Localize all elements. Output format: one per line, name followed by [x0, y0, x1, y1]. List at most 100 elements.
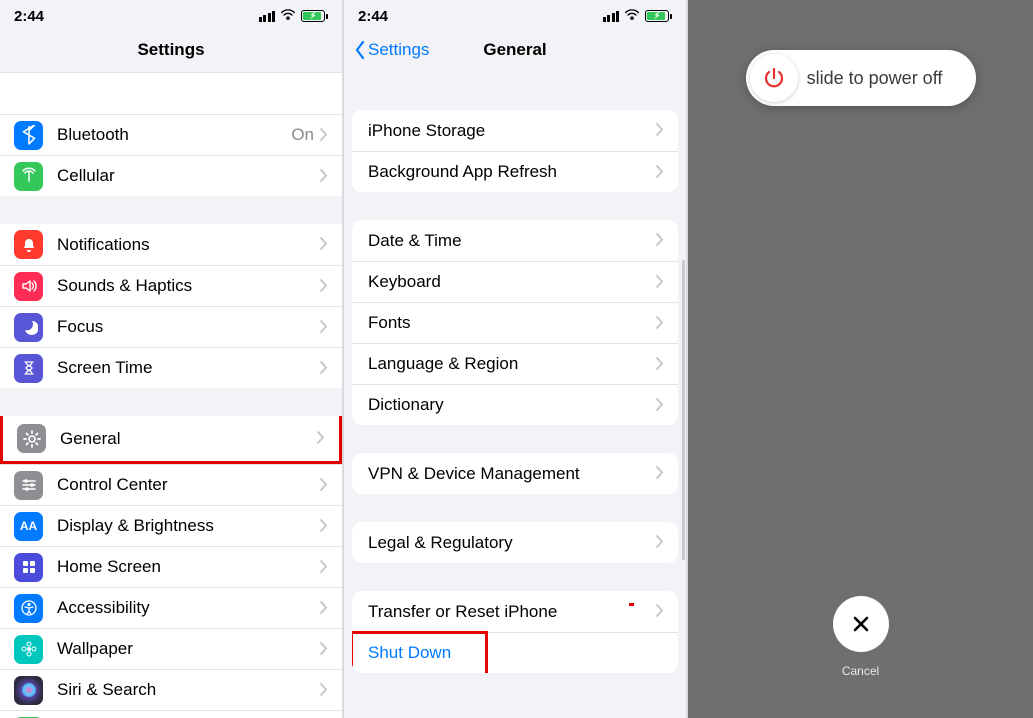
status-bar: 2:44 ⚡︎	[0, 0, 342, 28]
nav-bar: Settings	[0, 28, 342, 72]
row-label: Dictionary	[368, 395, 656, 415]
row-label: General	[60, 429, 317, 449]
settings-group: Transfer or Reset iPhone Shut Down	[352, 591, 678, 673]
cancel-button[interactable]	[833, 596, 889, 652]
row-label: Fonts	[368, 313, 656, 333]
scrollbar[interactable]	[682, 260, 685, 560]
moon-icon	[14, 313, 43, 342]
row-label: Screen Time	[57, 358, 320, 378]
row-fonts[interactable]: Fonts	[352, 302, 678, 343]
row-focus[interactable]: Focus	[0, 306, 342, 347]
row-cellular[interactable]: Cellular	[0, 155, 342, 196]
chevron-right-icon	[320, 166, 328, 187]
cellular-signal-icon	[603, 11, 620, 22]
siri-icon	[14, 676, 43, 705]
settings-group: VPN & Device Management	[352, 453, 678, 494]
chevron-right-icon	[656, 313, 664, 334]
settings-group: Date & Time Keyboard Fonts Language & Re…	[352, 220, 678, 425]
row-display[interactable]: AA Display & Brightness	[0, 505, 342, 546]
row-label: Home Screen	[57, 557, 320, 577]
row-vpn[interactable]: VPN & Device Management	[352, 453, 678, 494]
flower-icon	[14, 635, 43, 664]
power-icon	[762, 66, 786, 90]
chevron-right-icon	[320, 125, 328, 146]
nav-bar: Settings General	[344, 28, 686, 72]
row-legal[interactable]: Legal & Regulatory	[352, 522, 678, 563]
row-bluetooth[interactable]: Bluetooth On	[0, 114, 342, 155]
row-label: VPN & Device Management	[368, 464, 656, 484]
back-label: Settings	[368, 40, 429, 60]
row-control-center[interactable]: Control Center	[0, 464, 342, 505]
chevron-right-icon	[656, 532, 664, 553]
status-time: 2:44	[14, 8, 44, 25]
row-label: Cellular	[57, 166, 320, 186]
chevron-right-icon	[320, 680, 328, 701]
row-label: Bluetooth	[57, 125, 291, 145]
sliders-icon	[14, 471, 43, 500]
chevron-right-icon	[320, 557, 328, 578]
bell-icon	[14, 230, 43, 259]
settings-group: Bluetooth On Cellular	[0, 72, 342, 196]
chevron-right-icon	[656, 463, 664, 484]
chevron-right-icon	[320, 276, 328, 297]
settings-group: Legal & Regulatory	[352, 522, 678, 563]
row-label: Control Center	[57, 475, 320, 495]
row-home-screen[interactable]: Home Screen	[0, 546, 342, 587]
chevron-right-icon	[320, 516, 328, 537]
chevron-right-icon	[656, 162, 664, 183]
row-label: Accessibility	[57, 598, 320, 618]
row-label: iPhone Storage	[368, 121, 656, 141]
row-siri[interactable]: Siri & Search	[0, 669, 342, 710]
settings-group: General Control Center AA Display & Brig…	[0, 416, 342, 718]
chevron-right-icon	[320, 234, 328, 255]
row-keyboard[interactable]: Keyboard	[352, 261, 678, 302]
speaker-icon	[14, 272, 43, 301]
status-bar: 2:44 ⚡︎	[344, 0, 686, 28]
row-label: Background App Refresh	[368, 162, 656, 182]
page-title: General	[483, 40, 546, 60]
row-sounds[interactable]: Sounds & Haptics	[0, 265, 342, 306]
row-transfer-reset[interactable]: Transfer or Reset iPhone	[352, 591, 678, 632]
row-label: Legal & Regulatory	[368, 533, 656, 553]
close-icon	[850, 613, 872, 635]
row-background-refresh[interactable]: Background App Refresh	[352, 151, 678, 192]
row-label: Wallpaper	[57, 639, 320, 659]
row-general[interactable]: General	[0, 416, 342, 464]
back-button[interactable]: Settings	[354, 40, 429, 60]
row-wallpaper[interactable]: Wallpaper	[0, 628, 342, 669]
general-list[interactable]: iPhone Storage Background App Refresh Da…	[344, 72, 686, 718]
slide-to-power-off[interactable]: slide to power off	[746, 50, 976, 106]
cancel-label: Cancel	[842, 664, 879, 678]
chevron-left-icon	[354, 40, 366, 60]
row-iphone-storage[interactable]: iPhone Storage	[352, 110, 678, 151]
row-date-time[interactable]: Date & Time	[352, 220, 678, 261]
antenna-icon	[14, 162, 43, 191]
wifi-icon	[624, 8, 640, 25]
bluetooth-icon	[14, 121, 43, 150]
row-language-region[interactable]: Language & Region	[352, 343, 678, 384]
chevron-right-icon	[656, 272, 664, 293]
settings-list[interactable]: Bluetooth On Cellular Notifications Soun…	[0, 72, 342, 718]
row-notifications[interactable]: Notifications	[0, 224, 342, 265]
battery-icon: ⚡︎	[301, 10, 328, 22]
row-accessibility[interactable]: Accessibility	[0, 587, 342, 628]
settings-group: iPhone Storage Background App Refresh	[352, 110, 678, 192]
row-faceid[interactable]: Face ID & Passcode	[0, 710, 342, 718]
chevron-right-icon	[320, 475, 328, 496]
row-label: Keyboard	[368, 272, 656, 292]
row-label: Shut Down	[368, 643, 664, 663]
battery-icon: ⚡︎	[645, 10, 672, 22]
slide-label: slide to power off	[798, 68, 972, 89]
row-label: Sounds & Haptics	[57, 276, 320, 296]
row-label: Language & Region	[368, 354, 656, 374]
row-label: Siri & Search	[57, 680, 320, 700]
power-knob[interactable]	[750, 54, 798, 102]
row-screentime[interactable]: Screen Time	[0, 347, 342, 388]
page-title: Settings	[137, 40, 204, 60]
row-dictionary[interactable]: Dictionary	[352, 384, 678, 425]
status-icons: ⚡︎	[259, 8, 329, 25]
chevron-right-icon	[656, 120, 664, 141]
row-shut-down[interactable]: Shut Down	[352, 632, 678, 673]
grid-icon	[14, 553, 43, 582]
chevron-right-icon	[656, 230, 664, 251]
